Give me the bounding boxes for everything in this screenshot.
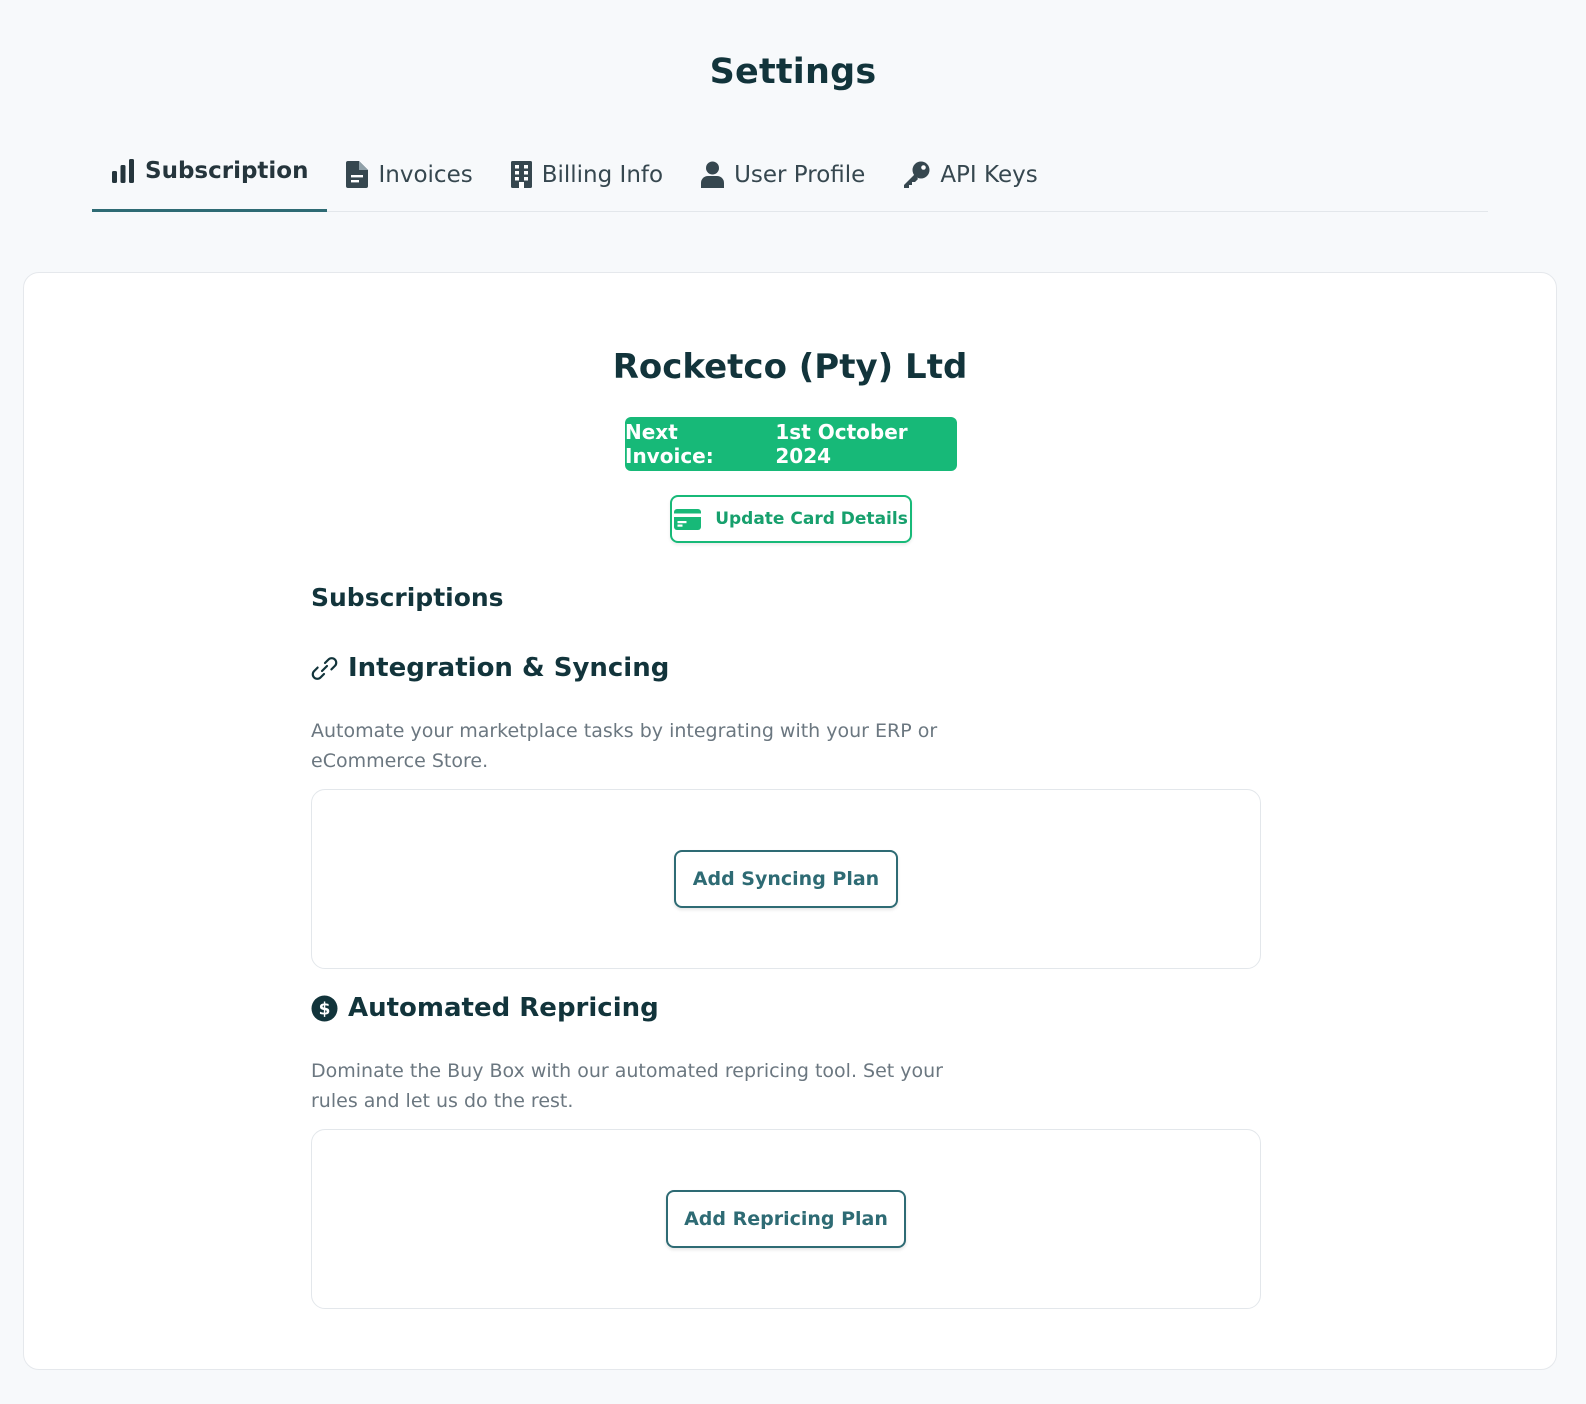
automated-repricing-description: Dominate the Buy Box with our automated … [311,1060,943,1112]
repricing-plan-box: Add Repricing Plan [311,1129,1261,1309]
company-name: Rocketco (Pty) Ltd [612,347,968,387]
tab-billing-info[interactable]: Billing Info [492,138,682,211]
add-syncing-plan-button[interactable]: Add Syncing Plan [674,850,898,908]
syncing-plan-box: Add Syncing Plan [311,789,1261,969]
integration-syncing-description: Automate your marketplace tasks by integ… [311,720,938,772]
next-invoice-badge: Next Invoice: 1st October 2024 [625,417,957,471]
tab-invoices[interactable]: Invoices [327,138,491,211]
bar-chart-icon [112,158,134,183]
tab-label: Billing Info [541,161,664,188]
tab-subscription[interactable]: Subscription [92,138,328,212]
credit-card-icon [674,508,702,530]
next-invoice-label: Next Invoice: [625,420,714,468]
tab-user-profile[interactable]: User Profile [682,138,884,211]
settings-tabs: Subscription Invoices Billing Info User … [92,138,1488,212]
update-card-label: Update Card Details [715,509,908,529]
integration-syncing-title: Integration & Syncing [311,653,669,683]
automated-repricing-label: Automated Repricing [348,993,659,1023]
tab-label: User Profile [734,161,866,188]
dollar-circle-icon: $ [311,995,338,1021]
subscription-card: Rocketco (Pty) Ltd Next Invoice: 1st Oct… [23,272,1557,1370]
tab-label: Subscription [145,157,309,184]
tab-api-keys[interactable]: API Keys [884,138,1056,211]
automated-repricing-title: $ Automated Repricing [311,993,659,1023]
document-icon [346,161,369,188]
link-icon [311,656,338,680]
page-title: Settings [709,52,877,92]
building-icon [510,161,532,188]
add-repricing-plan-button[interactable]: Add Repricing Plan [666,1190,906,1248]
tab-label: Invoices [378,161,473,188]
user-icon [701,161,725,188]
key-icon [904,161,930,188]
update-card-button[interactable]: Update Card Details [670,495,912,543]
svg-text:$: $ [319,999,331,1019]
tab-label: API Keys [940,161,1038,188]
integration-syncing-label: Integration & Syncing [348,653,670,683]
subscriptions-heading: Subscriptions [311,583,504,612]
next-invoice-date: 1st October 2024 [775,420,908,468]
